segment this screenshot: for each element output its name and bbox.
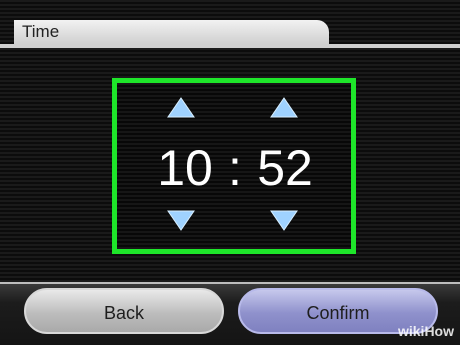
back-button[interactable]: Back [24,288,224,334]
bottom-bar: Back Confirm [0,282,460,345]
time-settings-screen: Time 10 : 52 Back Confirm wikiHow [0,0,460,345]
chevron-down-icon [270,210,298,231]
title-divider [0,44,460,48]
chevron-up-icon [270,97,298,118]
watermark-logo: wikiHow [397,323,454,339]
hours-value[interactable]: 10 [153,138,217,198]
hour-down-arrow[interactable] [167,209,195,231]
hour-up-arrow[interactable] [167,97,195,119]
minute-up-arrow[interactable] [270,97,298,119]
time-display: 10 : 52 [117,138,351,198]
page-title: Time [14,20,329,44]
minutes-value[interactable]: 52 [253,138,317,198]
time-separator: : [228,140,242,196]
chevron-up-icon [167,97,195,118]
chevron-down-icon [167,210,195,231]
time-picker: 10 : 52 [112,78,356,254]
minute-down-arrow[interactable] [270,209,298,231]
